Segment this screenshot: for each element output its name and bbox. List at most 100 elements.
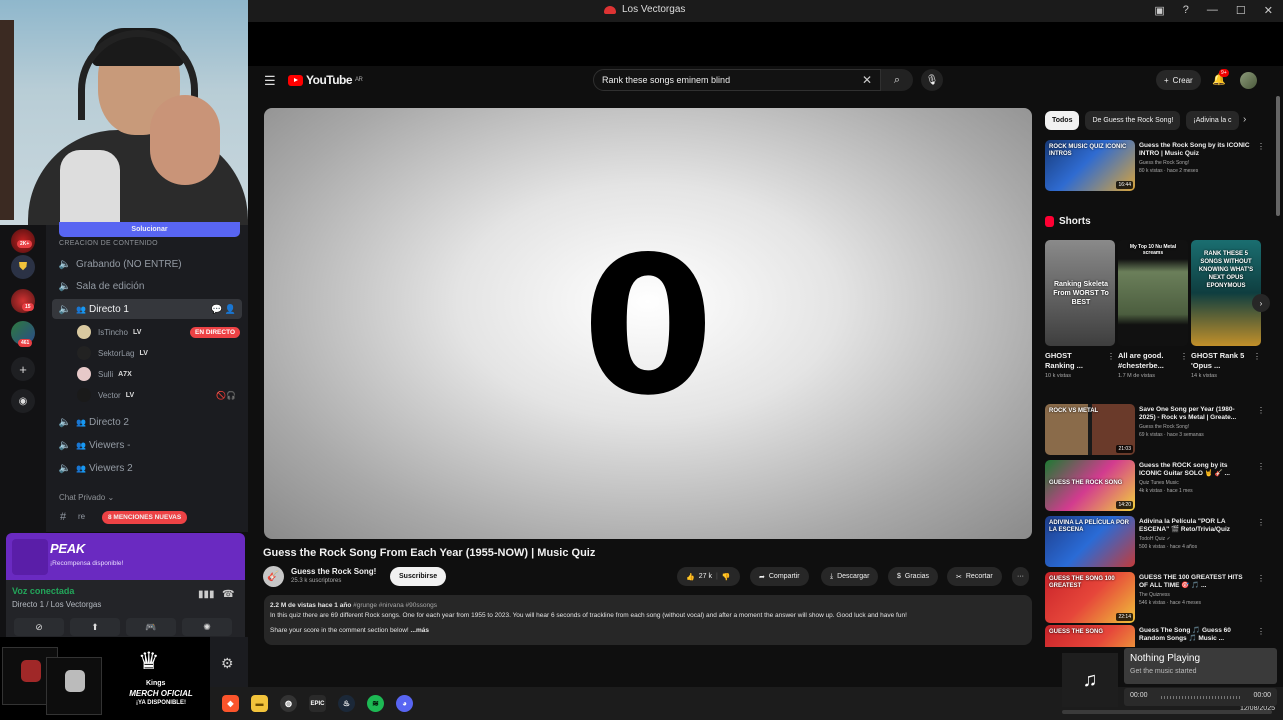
short-item[interactable]: Ranking Skeleta From WORST To BEST GHOST… [1045,240,1115,379]
search-input[interactable] [594,70,844,90]
voice-channel[interactable]: 🔈 Grabando (NO ENTRE) [52,254,242,274]
camera-off-button[interactable]: ⊘ [14,618,64,636]
add-server-button[interactable]: + [11,357,35,381]
widget-scrollbar[interactable] [1062,710,1272,714]
voice-channel-active[interactable]: 🔈 👥 Directo 1 💬 👤 [52,299,242,319]
like-button[interactable]: 👍 27 k | 👎 [677,567,740,586]
show-more-link[interactable]: ...más [411,627,429,634]
progress-track[interactable] [1161,696,1241,699]
server-icon[interactable]: ⛊ [11,255,35,279]
shorts-next-button[interactable]: › [1252,294,1270,312]
recommended-video[interactable]: ROCK MUSIC QUIZ ICONIC INTROS 16:44 Gues… [1045,140,1267,192]
voice-search-button[interactable]: 🎙 [921,69,943,91]
video-thumbnail: ADIVINA LA PELÍCULA POR LA ESCENA [1045,516,1135,567]
search-box[interactable]: ✕ [593,69,881,91]
subscribe-button[interactable]: Suscribirse [390,567,447,586]
noise-suppression-icon[interactable]: ▮▮▮ [198,589,215,600]
account-avatar[interactable] [1240,72,1257,89]
close-button[interactable]: ✕ [1264,4,1273,17]
more-options-icon[interactable]: ⋮ [1257,406,1265,415]
maximize-button[interactable]: ☐ [1236,4,1246,17]
solucionar-button[interactable]: Solucionar [59,222,240,237]
brave-icon[interactable]: ◆ [222,695,239,712]
share-button[interactable]: ➦ Compartir [750,567,809,586]
voice-member[interactable]: SektorLag LV [77,344,242,362]
page-scrollbar[interactable] [1276,96,1280,216]
recommended-video[interactable]: ROCK VS METAL 21:03 Save One Song per Ye… [1045,404,1267,456]
short-item[interactable]: RANK THESE 5 SONGS WITHOUT KNOWING WHAT'… [1191,240,1261,379]
recommended-video[interactable]: GUESS THE ROCK SONG 14:20 Guess the ROCK… [1045,460,1267,512]
chip-related[interactable]: ¡Adivina la c [1186,111,1239,130]
recommended-video[interactable]: ADIVINA LA PELÍCULA POR LA ESCENA Adivin… [1045,516,1267,568]
soundboard-button[interactable]: ✺ [182,618,232,636]
epic-games-icon[interactable]: EPIC [309,695,326,712]
gear-icon[interactable]: ⚙ [221,655,234,672]
category-chat-privado[interactable]: Chat Privado ⌄ [59,493,114,502]
voice-channel[interactable]: 🔈 👥 Viewers - [52,435,242,455]
voice-channel[interactable]: 🔈 👥 Directo 2 [52,412,242,432]
voice-member[interactable]: IsTincho LV EN DIRECTO [77,323,242,341]
explore-servers-button[interactable]: ◉ [11,389,35,413]
clear-search-icon[interactable]: ✕ [862,73,872,87]
text-channel-row[interactable]: # re 8 MENCIONES NUEVAS [58,510,243,527]
create-button[interactable]: + Crear [1156,70,1201,90]
chevron-right-icon[interactable]: › [1243,114,1246,125]
new-mentions-badge[interactable]: 8 MENCIONES NUEVAS [102,511,188,524]
hashtags[interactable]: #grunge #nirvana #90ssongs [353,602,437,609]
video-thumbnail: GUESS THE SONG 100 GREATEST 22:14 [1045,572,1135,623]
video-title: Guess the Rock Song From Each Year (1955… [263,547,596,559]
short-item[interactable]: My Top 10 Nu Metal screams All are good.… [1118,240,1188,379]
video-description[interactable]: 2.2 M de vistas hace 1 año #grunge #nirv… [264,595,1032,645]
more-options-icon[interactable]: ⋮ [1257,462,1265,471]
thanks-icon: $ [897,573,901,580]
thanks-button[interactable]: $ Gracias [888,567,939,586]
more-options-icon[interactable]: ⋮ [1257,142,1265,151]
group-icon: 👥 [76,440,86,450]
peak-reward-banner[interactable]: PEAK ¡Recompensa disponible! [6,533,245,580]
activity-button[interactable]: 🎮 [126,618,176,636]
steam-icon[interactable]: ♨ [338,695,355,712]
video-player[interactable]: 0 [264,108,1032,539]
short-thumbnail: RANK THESE 5 SONGS WITHOUT KNOWING WHAT'… [1191,240,1261,346]
download-button[interactable]: ⤓ Descargar [821,567,879,586]
more-actions-button[interactable]: ··· [1012,567,1029,586]
voice-member[interactable]: Vector LV 🚫🎧 [77,386,242,404]
more-options-icon[interactable]: ⋮ [1180,352,1188,361]
app-icon[interactable]: ◍ [280,695,297,712]
file-explorer-icon[interactable]: ▬ [251,695,268,712]
help-icon[interactable]: ? [1183,4,1189,17]
recommended-video[interactable]: GUESS THE SONG 100 GREATEST 22:14 GUESS … [1045,572,1267,624]
youtube-logo[interactable]: YouTube AR [288,73,363,87]
minimize-button[interactable]: — [1207,4,1218,17]
window-monitor-icon[interactable]: ▣ [1154,4,1164,17]
thumbs-down-icon[interactable]: 👎 [722,573,731,581]
channel-avatar[interactable]: 🎸 [263,566,284,587]
channel-category[interactable]: CREACIÓN DE CONTENIDO [59,240,158,248]
voice-location[interactable]: Directo 1 / Los Vectorgas [12,600,101,609]
channel-name[interactable]: Guess the Rock Song! [291,567,376,576]
screen-share-button[interactable]: ⬆ [70,618,120,636]
more-options-icon[interactable]: ⋮ [1257,627,1265,636]
music-widget-icon[interactable]: ♫ [1062,653,1118,707]
chip-channel[interactable]: De Guess the Rock Song! [1085,111,1181,130]
hamburger-menu-icon[interactable]: ☰ [264,73,276,89]
clip-button[interactable]: ✂ Recortar [947,567,1002,586]
spotify-icon[interactable]: ≋ [367,695,384,712]
group-icon: 👥 [76,417,86,427]
recommended-video[interactable]: GUESS THE SONG Guess The Song 🎵 Guess 60… [1045,625,1267,647]
chip-all[interactable]: Todos [1045,111,1080,130]
disconnect-icon[interactable]: ☎ [222,589,234,600]
more-options-icon[interactable]: ⋮ [1257,574,1265,583]
video-thumbnail: ROCK VS METAL 21:03 [1045,404,1135,455]
more-options-icon[interactable]: ⋮ [1257,518,1265,527]
more-options-icon[interactable]: ⋮ [1107,352,1115,361]
voice-channel[interactable]: 🔈 Sala de edición [52,276,242,296]
channel-actions[interactable]: 💬 👤 [211,304,236,315]
now-playing-progress: 00:00 00:00 [1124,688,1277,706]
voice-member[interactable]: Sulli A7X [77,365,242,383]
voice-channel[interactable]: 🔈 👥 Viewers 2 [52,458,242,478]
discord-icon[interactable]: ◕ [396,695,413,712]
search-button[interactable]: ⌕ [881,69,913,91]
more-options-icon[interactable]: ⋮ [1253,352,1261,361]
notifications-button[interactable]: 🔔 9+ [1212,69,1229,86]
